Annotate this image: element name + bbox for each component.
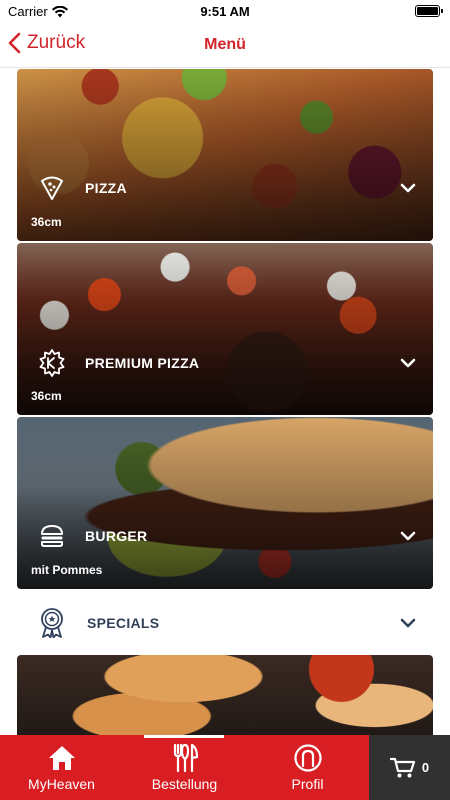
- chevron-down-icon[interactable]: [399, 614, 417, 632]
- navigation-bar: Zurück Menü: [0, 24, 450, 68]
- status-bar: Carrier 9:51 AM: [0, 0, 450, 24]
- cutlery-icon: [170, 743, 200, 773]
- cart-icon: [389, 757, 415, 777]
- tab-profil[interactable]: Profil: [246, 735, 369, 800]
- category-subtitle: mit Pommes: [31, 563, 103, 577]
- category-card-specials[interactable]: SPECIALS: [17, 591, 433, 655]
- chevron-down-icon[interactable]: [399, 179, 417, 197]
- chevron-down-icon[interactable]: [399, 527, 417, 545]
- category-card-wings-photo[interactable]: [17, 655, 433, 735]
- cart-count: 0: [421, 760, 430, 775]
- cart-button[interactable]: 0: [369, 735, 450, 800]
- battery-icon: [415, 5, 443, 17]
- home-icon: [47, 743, 77, 773]
- category-title: PREMIUM PIZZA: [85, 355, 200, 371]
- tab-label: Bestellung: [151, 776, 218, 792]
- award-icon: [37, 608, 67, 638]
- screen: Carrier 9:51 AM Zurück Menü PIZZA 36cm P…: [0, 0, 450, 800]
- page-title: Menü: [204, 36, 246, 53]
- category-card-pizza[interactable]: PIZZA 36cm: [17, 69, 433, 241]
- category-title: BURGER: [85, 528, 148, 544]
- tab-label: MyHeaven: [28, 776, 95, 792]
- selected-tab-indicator: [144, 735, 224, 738]
- profile-icon: [293, 743, 323, 773]
- category-card-burger[interactable]: BURGER mit Pommes: [17, 417, 433, 589]
- menu-category-list: PIZZA 36cm PREMIUM PIZZA 36cm BURGER mit…: [0, 69, 450, 735]
- category-title: SPECIALS: [87, 615, 160, 631]
- tab-myheaven[interactable]: MyHeaven: [0, 735, 123, 800]
- wings-photo: [17, 655, 433, 735]
- premium-badge-icon: [37, 348, 67, 378]
- category-card-premium-pizza[interactable]: PREMIUM PIZZA 36cm: [17, 243, 433, 415]
- category-subtitle: 36cm: [31, 215, 62, 229]
- chevron-down-icon[interactable]: [399, 354, 417, 372]
- category-subtitle: 36cm: [31, 389, 62, 403]
- pizza-slice-icon: [37, 173, 67, 203]
- category-title: PIZZA: [85, 180, 127, 196]
- burger-icon: [37, 521, 67, 551]
- tab-label: Profil: [291, 776, 324, 792]
- clock: 9:51 AM: [200, 4, 250, 19]
- tab-bestellung[interactable]: Bestellung: [123, 735, 246, 800]
- tab-bar: MyHeaven Bestellung Profil 0: [0, 735, 450, 800]
